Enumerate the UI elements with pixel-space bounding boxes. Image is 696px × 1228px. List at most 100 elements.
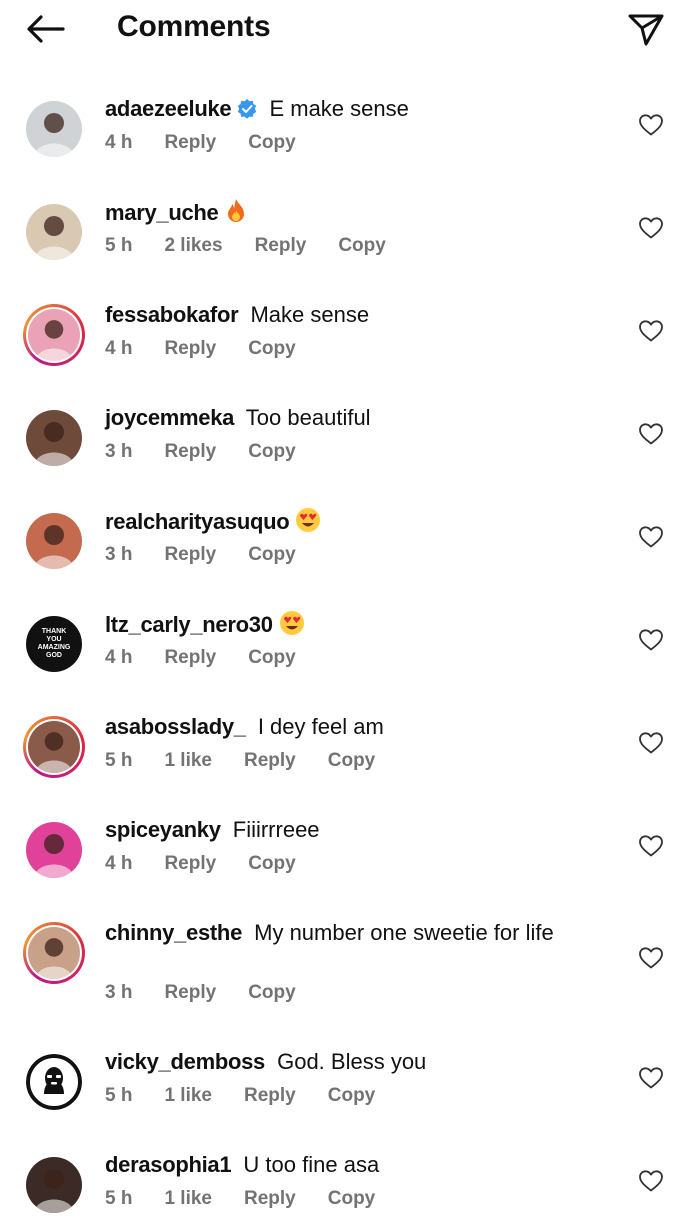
comment-username[interactable]: derasophia1 — [105, 1152, 232, 1177]
reply-button[interactable]: Reply — [244, 1085, 296, 1107]
like-heart-icon — [639, 526, 663, 548]
reply-button[interactable]: Reply — [244, 1188, 296, 1210]
likes-count-button[interactable]: 1 like — [164, 750, 212, 772]
comment-username[interactable]: adaezeeluke — [105, 96, 232, 121]
copy-button[interactable]: Copy — [338, 235, 386, 257]
like-heart-icon — [639, 947, 663, 969]
avatar[interactable] — [23, 510, 85, 572]
avatar-image — [26, 1157, 82, 1213]
avatar[interactable] — [23, 1051, 85, 1113]
comment-list: adaezeeluke E make sense 4 h Reply Copy mary… — [0, 73, 696, 1228]
comment-text-line: ltz_carly_nero30 — [105, 610, 305, 643]
comment-username[interactable]: chinny_esthe — [105, 920, 242, 945]
comment-username[interactable]: realcharityasuquo — [105, 509, 290, 534]
avatar[interactable] — [23, 819, 85, 881]
copy-button[interactable]: Copy — [248, 338, 296, 360]
heart-eyes-emoji — [279, 610, 305, 643]
avatar[interactable]: THANK YOU AMAZING GOD — [23, 613, 85, 675]
share-button[interactable] — [622, 8, 670, 52]
like-button[interactable] — [638, 946, 664, 970]
like-button[interactable] — [638, 216, 664, 240]
fire-emoji-icon — [228, 199, 245, 222]
like-heart-icon — [639, 835, 663, 857]
avatar[interactable] — [23, 407, 85, 469]
like-button[interactable] — [638, 1066, 664, 1090]
person-photo-icon — [35, 938, 73, 979]
fire-emoji — [224, 198, 248, 231]
avatar[interactable] — [23, 304, 85, 366]
likes-count-button[interactable]: 2 likes — [164, 235, 222, 257]
copy-button[interactable]: Copy — [248, 853, 296, 875]
likes-count-button[interactable]: 1 like — [164, 1188, 212, 1210]
copy-button[interactable]: Copy — [328, 750, 376, 772]
comment-username[interactable]: joycemmeka — [105, 405, 234, 430]
reply-button[interactable]: Reply — [164, 982, 216, 1004]
avatar[interactable] — [23, 98, 85, 160]
comment-timestamp: 4 h — [105, 853, 133, 874]
like-button[interactable] — [638, 422, 664, 446]
reply-button[interactable]: Reply — [164, 853, 216, 875]
comment-username[interactable]: mary_uche — [105, 200, 219, 225]
reply-button[interactable]: Reply — [164, 544, 216, 566]
reply-button[interactable]: Reply — [255, 235, 307, 257]
avatar[interactable] — [23, 716, 85, 778]
comment-username[interactable]: spiceyanky — [105, 817, 221, 842]
copy-button[interactable]: Copy — [248, 544, 296, 566]
avatar-image — [26, 101, 82, 157]
comment-row: derasophia1 U too fine asa 5 h 1 like Reply… — [0, 1129, 696, 1228]
copy-button[interactable]: Copy — [248, 132, 296, 154]
comment-meta: 4 h Reply Copy — [105, 132, 328, 154]
like-heart-icon — [639, 320, 663, 342]
comment-username[interactable]: fessabokafor — [105, 302, 239, 327]
like-button[interactable] — [638, 628, 664, 652]
person-photo-icon — [34, 525, 74, 569]
comment-row: fessabokafor Make sense 4 h Reply Copy — [0, 279, 696, 382]
comment-username[interactable]: vicky_demboss — [105, 1049, 265, 1074]
comment-text-line: spiceyanky Fiiirrreee — [105, 816, 320, 844]
avatar-image — [28, 927, 80, 979]
reply-button[interactable]: Reply — [164, 132, 216, 154]
comment-text-line: fessabokafor Make sense — [105, 301, 369, 329]
like-button[interactable] — [638, 1169, 664, 1193]
avatar[interactable] — [23, 922, 85, 984]
like-button[interactable] — [638, 834, 664, 858]
copy-button[interactable]: Copy — [248, 982, 296, 1004]
copy-button[interactable]: Copy — [328, 1085, 376, 1107]
verified-badge-icon — [238, 99, 257, 119]
comment-text-line: chinny_esthe My number one sweetie for l… — [105, 919, 554, 947]
avatar[interactable] — [23, 201, 85, 263]
copy-button[interactable]: Copy — [248, 647, 296, 669]
heart-eyes-emoji-icon — [279, 611, 304, 635]
comment-text-line: adaezeeluke E make sense — [105, 95, 409, 123]
like-button[interactable] — [638, 113, 664, 137]
back-button[interactable] — [22, 8, 68, 50]
likes-count-button[interactable]: 1 like — [164, 1085, 212, 1107]
avatar-image — [26, 410, 82, 466]
comment-text-line: mary_uche — [105, 198, 248, 231]
comment-body: Too beautiful — [240, 405, 371, 430]
like-button[interactable] — [638, 731, 664, 755]
copy-button[interactable]: Copy — [328, 1188, 376, 1210]
comment-text-line: joycemmeka Too beautiful — [105, 404, 371, 432]
comment-username[interactable]: asabosslady_ — [105, 714, 246, 739]
reply-button[interactable]: Reply — [164, 647, 216, 669]
avatar[interactable] — [23, 1154, 85, 1216]
heart-eyes-emoji-icon — [296, 508, 321, 532]
like-heart-icon — [639, 1067, 663, 1089]
masked-person-icon — [26, 1054, 82, 1110]
reply-button[interactable]: Reply — [164, 338, 216, 360]
comment-timestamp: 5 h — [105, 235, 133, 256]
comment-username[interactable]: ltz_carly_nero30 — [105, 612, 273, 637]
like-button[interactable] — [638, 319, 664, 343]
copy-button[interactable]: Copy — [248, 441, 296, 463]
comment-text-line: derasophia1 U too fine asa — [105, 1151, 379, 1179]
comment-timestamp: 3 h — [105, 441, 133, 462]
person-photo-icon — [35, 320, 73, 361]
avatar-image: THANK YOU AMAZING GOD — [26, 616, 82, 672]
reply-button[interactable]: Reply — [164, 441, 216, 463]
heart-eyes-emoji — [295, 507, 321, 540]
reply-button[interactable]: Reply — [244, 750, 296, 772]
comment-body: Fiiirrreee — [226, 817, 320, 842]
comment-body: My number one sweetie for life — [248, 920, 554, 945]
like-button[interactable] — [638, 525, 664, 549]
